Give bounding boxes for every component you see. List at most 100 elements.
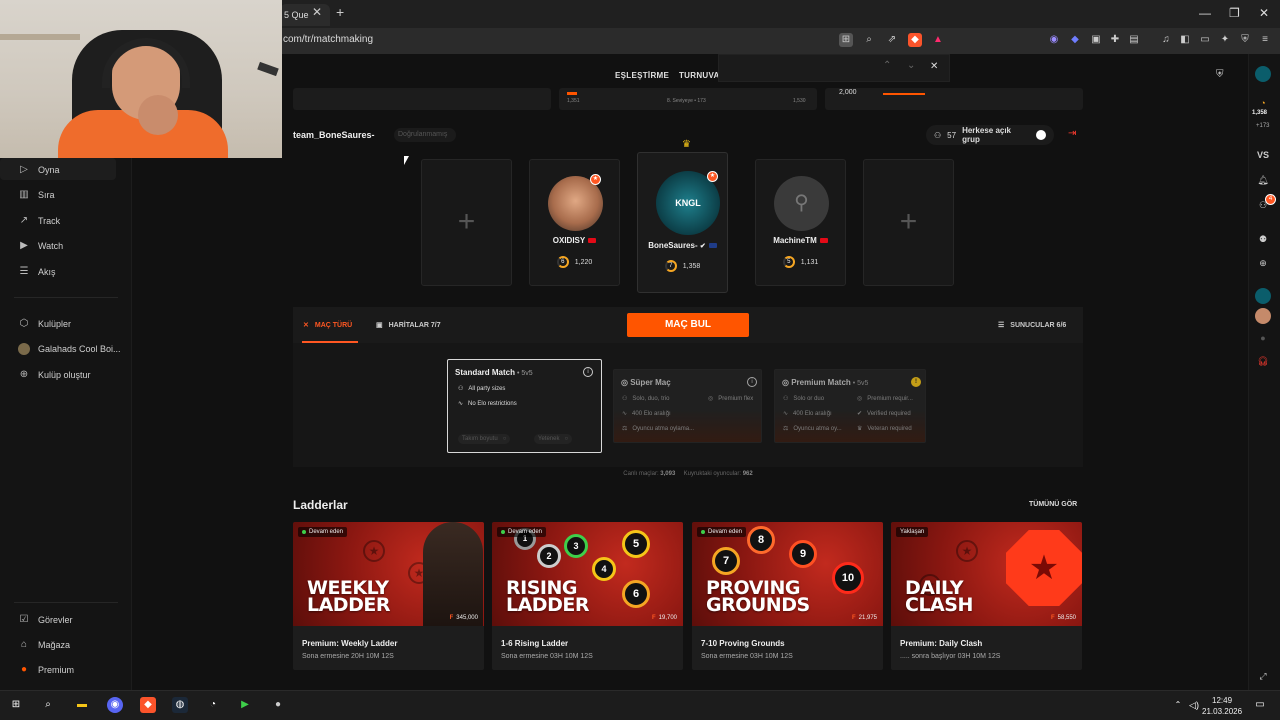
- crosshair-icon: ✕: [303, 322, 309, 329]
- friend-avatar[interactable]: ●: [1255, 330, 1271, 346]
- file-explorer-icon[interactable]: ▬: [74, 697, 90, 713]
- notifications-icon[interactable]: ▭: [1252, 697, 1268, 713]
- profile-avatar[interactable]: [1255, 66, 1271, 82]
- new-tab-icon[interactable]: +: [336, 4, 344, 20]
- club-avatar: [18, 343, 30, 355]
- steam-icon[interactable]: ◍: [172, 697, 188, 713]
- sidebar-item-create-club[interactable]: ⊕ Kulüp oluştur: [18, 369, 91, 381]
- empty-slot-invite[interactable]: +: [421, 159, 512, 286]
- see-all-link[interactable]: TÜMÜNÜ GÖR: [1029, 501, 1077, 508]
- zoom-icon[interactable]: ⌕: [862, 33, 876, 47]
- find-match-button[interactable]: MAÇ BUL: [627, 313, 749, 337]
- brave-shield-icon[interactable]: ◆: [908, 33, 922, 47]
- close-window-icon[interactable]: ✕: [1259, 6, 1269, 20]
- servers-button[interactable]: ☰ SUNUCULAR 6/6: [998, 321, 1066, 330]
- empty-slot-invite[interactable]: +: [863, 159, 954, 286]
- sidebar-item-label: Görevler: [38, 615, 73, 625]
- find-prev-icon[interactable]: ⌃: [883, 60, 891, 71]
- tab-close-icon[interactable]: ✕: [312, 5, 322, 19]
- music-icon[interactable]: ♫: [1159, 33, 1173, 47]
- media-app-icon[interactable]: ▶: [237, 697, 253, 713]
- brave-icon[interactable]: ◆: [140, 697, 156, 713]
- open-group-toggle[interactable]: ⚇ 57 Herkese açık grup: [926, 125, 1054, 145]
- mode-standard-match[interactable]: Standard Match • 5v5 i ⚇ All party sizes …: [447, 359, 602, 453]
- sidebar-item-track[interactable]: ↗ Track: [18, 215, 60, 227]
- verify-badge[interactable]: Doğrulanmamış: [394, 128, 456, 142]
- mode-premium-match[interactable]: ◎ Premium Match • 5v5 ! ⚇ Solo or duo ∿ 40…: [774, 369, 926, 443]
- add-circle-icon[interactable]: ⊕: [1255, 255, 1271, 271]
- search-icon[interactable]: ⌕: [40, 697, 56, 713]
- mode-feature: ∿ 400 Elo aralığı: [783, 410, 832, 418]
- vpn-icon[interactable]: ⛨: [1238, 33, 1252, 47]
- translate-icon[interactable]: ⊞: [839, 33, 853, 47]
- sidebar-item-feed[interactable]: ☰ Akış: [18, 266, 56, 278]
- url-field[interactable]: com/tr/matchmaking: [283, 34, 373, 45]
- discord-icon[interactable]: ◉: [107, 697, 123, 713]
- toggle-switch[interactable]: [1036, 130, 1046, 140]
- party-member-machinetm[interactable]: ⚲ MachineTM 5 1,131: [755, 159, 846, 286]
- premium-icon: ◎: [782, 378, 792, 387]
- brave-rewards-icon[interactable]: ▲: [931, 33, 945, 47]
- trend-icon: ↗: [19, 215, 29, 226]
- open-group-label: Herkese açık grup: [962, 126, 1012, 144]
- tab-maps[interactable]: ▣ HARİTALAR 7/7: [376, 321, 441, 330]
- ladder-banner-title: PROVING GROUNDS: [706, 577, 810, 616]
- sidebar-item-shop[interactable]: ⌂ Mağaza: [18, 639, 70, 651]
- sidebar-item-play[interactable]: ▷ Oyna: [18, 164, 59, 176]
- bell-icon[interactable]: 🔔︎: [1255, 172, 1271, 188]
- sidebar-item-watch[interactable]: ▶ Watch: [18, 240, 63, 252]
- friend-avatar[interactable]: [1255, 288, 1271, 304]
- app-icon[interactable]: ●: [270, 697, 286, 713]
- system-clock[interactable]: 12:49 21.03.2026: [1202, 695, 1242, 717]
- tray-chevron-icon[interactable]: ⌃: [1170, 697, 1186, 713]
- leo-ai-icon[interactable]: ✦: [1218, 33, 1232, 47]
- sidebar-item-clubs[interactable]: ⬡ Kulüpler: [18, 318, 71, 330]
- party-member-oxidisy[interactable]: ★ OXIDISY 6 1,220: [529, 159, 620, 286]
- volume-icon[interactable]: ◁): [1186, 697, 1202, 713]
- share-icon[interactable]: ⇗: [885, 33, 899, 47]
- minimize-icon[interactable]: —: [1199, 6, 1211, 20]
- party-member-bonesaures[interactable]: ♛ KNGL ★ BoneSaures- ✔ 7 1,358: [637, 139, 728, 293]
- sidebar-item-ranking[interactable]: ▥ Sıra: [18, 189, 54, 201]
- sidebar-toggle-icon[interactable]: ◧: [1178, 33, 1192, 47]
- extension-icon[interactable]: ◉: [1047, 33, 1061, 47]
- mode-feature: ⚖ Oyuncu atma oy...: [783, 425, 842, 433]
- nav-matchmaking[interactable]: EŞLEŞTİRME: [615, 71, 669, 80]
- party-icon[interactable]: ⚉: [1255, 231, 1271, 247]
- headset-icon[interactable]: 🎧︎: [1255, 353, 1271, 369]
- collapse-icon[interactable]: ⤢: [1255, 668, 1271, 684]
- warning-icon[interactable]: !: [911, 377, 921, 387]
- ladder-card-proving[interactable]: 7 8 9 10 Devam eden PROVING GROUNDS F 21,9…: [692, 522, 883, 670]
- leave-party-icon[interactable]: ⇥: [1068, 128, 1076, 139]
- info-icon[interactable]: i: [747, 377, 757, 387]
- friend-avatar[interactable]: [1255, 308, 1271, 324]
- team-size-filter[interactable]: Takım boyutu ○: [458, 434, 511, 444]
- wallet-icon[interactable]: ▭: [1198, 33, 1212, 47]
- vs-icon[interactable]: VS: [1255, 147, 1271, 163]
- ladder-card-weekly[interactable]: ★ ★ Devam eden WEEKLY LADDER F 345,000 Pre…: [293, 522, 484, 670]
- browser-tab[interactable]: 5 Que: [280, 4, 330, 26]
- sidebar-item-premium[interactable]: ● Premium: [18, 664, 74, 676]
- level-icon: 5: [782, 256, 795, 268]
- sidebar-item-club-galahads[interactable]: Galahads Cool Boi...: [18, 343, 121, 355]
- tab-icon[interactable]: ▤: [1127, 33, 1141, 47]
- menu-icon[interactable]: ≡: [1258, 33, 1272, 47]
- right-elo-delta: +173: [1256, 123, 1270, 129]
- sidebar-item-missions[interactable]: ☑ Görevler: [18, 614, 73, 626]
- extension-icon[interactable]: ▣: [1089, 33, 1103, 47]
- ladder-card-daily[interactable]: ★ ★ ★ Yaklaşan DAILY CLASH F 58,550 Premiu…: [891, 522, 1082, 670]
- ladder-card-rising[interactable]: 1 2 3 4 5 6 Devam eden RISING LADDER F 19,…: [492, 522, 683, 670]
- find-close-icon[interactable]: ✕: [930, 61, 938, 72]
- find-next-icon[interactable]: ⌄: [907, 60, 915, 71]
- extension-icon[interactable]: ◆: [1068, 33, 1082, 47]
- mode-super-match[interactable]: ◎ Süper Maç i ⚇ Solo, duo, trio ∿ 400 Elo …: [613, 369, 762, 443]
- info-icon[interactable]: i: [583, 367, 593, 377]
- skill-filter[interactable]: Yetenek ○: [534, 434, 573, 444]
- gauge-app-icon[interactable]: ◔: [205, 697, 221, 713]
- shield-icon[interactable]: ⛨: [1216, 69, 1224, 80]
- nav-tournament[interactable]: TURNUVA: [679, 71, 720, 80]
- puzzle-icon[interactable]: ✚: [1108, 33, 1122, 47]
- maximize-icon[interactable]: ❐: [1229, 6, 1240, 20]
- windows-start-icon[interactable]: ⊞: [8, 697, 24, 713]
- tab-match-type[interactable]: ✕ MAÇ TÜRÜ: [303, 321, 352, 330]
